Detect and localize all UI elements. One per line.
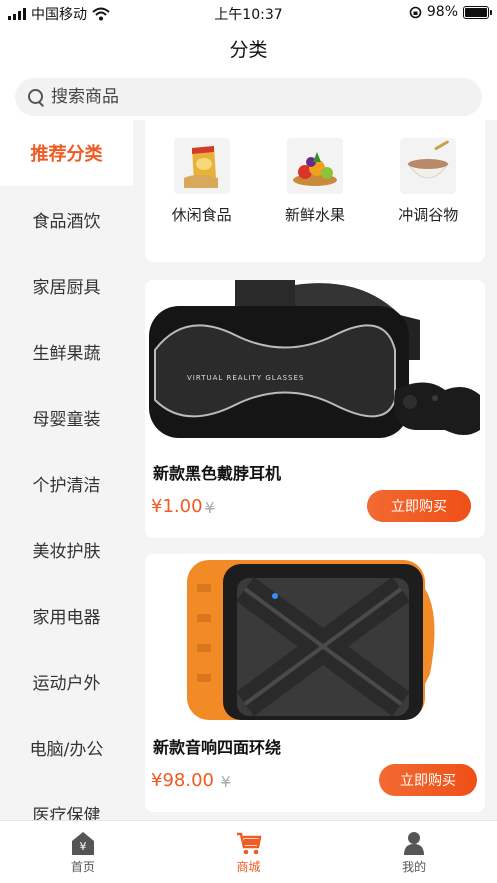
tab-home[interactable]: ¥ 首页	[0, 821, 166, 883]
subcategory-label: 新鲜水果	[284, 206, 345, 224]
product-old-price: ¥	[221, 773, 231, 791]
vr-headset-image: VIRTUAL REALITY GLASSES	[145, 280, 485, 448]
subcategory-panel: 休闲食品 新鲜水果 冲调谷物	[145, 120, 485, 262]
product-old-price: ¥	[205, 499, 215, 517]
sidebar-item-healthcare[interactable]: 医疗保健	[0, 780, 133, 821]
subcategory-label: 休闲食品	[171, 206, 232, 224]
svg-text:VIRTUAL REALITY GLASSES: VIRTUAL REALITY GLASSES	[187, 374, 304, 382]
sidebar-item-beauty[interactable]: 美妆护肤	[0, 516, 133, 582]
tab-profile[interactable]: 我的	[331, 821, 497, 883]
product-price: ¥98.00	[151, 770, 214, 791]
search-bar[interactable]	[15, 78, 482, 116]
subcategory-snacks[interactable]: 休闲食品	[152, 138, 252, 262]
price-row: ¥98.00 ¥ 立即购买	[145, 758, 485, 812]
page-title: 分类	[0, 26, 497, 74]
subcategory-label: 冲调谷物	[398, 206, 459, 224]
price-row: ¥1.00 ¥ 立即购买	[145, 484, 485, 538]
tab-label: 我的	[402, 860, 427, 874]
snack-icon	[173, 138, 230, 194]
profile-icon	[404, 832, 425, 855]
tab-label: 商城	[236, 860, 261, 874]
bottom-tabbar: ¥ 首页 商城 我的	[0, 820, 497, 883]
status-right: 98%	[409, 4, 492, 20]
product-name: 新款音响四面环绕	[153, 738, 282, 757]
fruit-icon	[286, 138, 343, 194]
sidebar-item-sports-outdoor[interactable]: 运动户外	[0, 648, 133, 714]
buy-now-button[interactable]: 立即购买	[367, 490, 471, 522]
home-icon: ¥	[71, 832, 94, 855]
product-price: ¥1.00	[151, 496, 203, 517]
cart-icon	[236, 832, 262, 855]
sidebar-item-recommended[interactable]: 推荐分类	[0, 120, 133, 186]
cereal-icon	[400, 138, 457, 194]
sidebar-item-food-drinks[interactable]: 食品酒饮	[0, 186, 133, 252]
search-input[interactable]	[51, 87, 451, 107]
sidebar-item-personal-care[interactable]: 个护清洁	[0, 450, 133, 516]
battery-icon	[463, 5, 492, 19]
product-card[interactable]: 新款音响四面环绕 ¥98.00 ¥ 立即购买	[145, 554, 485, 812]
subcategory-cereals[interactable]: 冲调谷物	[378, 138, 478, 262]
tab-mall[interactable]: 商城	[166, 821, 332, 883]
sidebar-item-appliances[interactable]: 家用电器	[0, 582, 133, 648]
sidebar-item-computer-office[interactable]: 电脑/办公	[0, 714, 133, 780]
category-content: 休闲食品 新鲜水果 冲调谷物 VIRTUAL REALITY GLASSES 新…	[133, 120, 497, 820]
buy-now-button[interactable]: 立即购买	[379, 764, 477, 796]
battery-percent: 98%	[426, 4, 458, 20]
search-icon	[27, 88, 45, 106]
svg-text:¥: ¥	[79, 840, 86, 853]
product-name: 新款黑色戴脖耳机	[153, 464, 282, 483]
status-bar: 中国移动 上午10:37 98%	[0, 0, 497, 26]
rotation-lock-icon	[409, 6, 422, 18]
product-card[interactable]: VIRTUAL REALITY GLASSES 新款黑色戴脖耳机 ¥1.00 ¥…	[145, 280, 485, 538]
sidebar-item-fresh-produce[interactable]: 生鲜果蔬	[0, 318, 133, 384]
tab-label: 首页	[70, 860, 95, 874]
sidebar-item-baby-kids[interactable]: 母婴童装	[0, 384, 133, 450]
subcategory-fruits[interactable]: 新鲜水果	[265, 138, 365, 262]
category-sidebar: 推荐分类 食品酒饮 家居厨具 生鲜果蔬 母婴童装 个护清洁 美妆护肤 家用电器 …	[0, 120, 133, 820]
sidebar-item-home-kitchen[interactable]: 家居厨具	[0, 252, 133, 318]
search-section	[0, 74, 497, 120]
speaker-image	[145, 554, 485, 722]
